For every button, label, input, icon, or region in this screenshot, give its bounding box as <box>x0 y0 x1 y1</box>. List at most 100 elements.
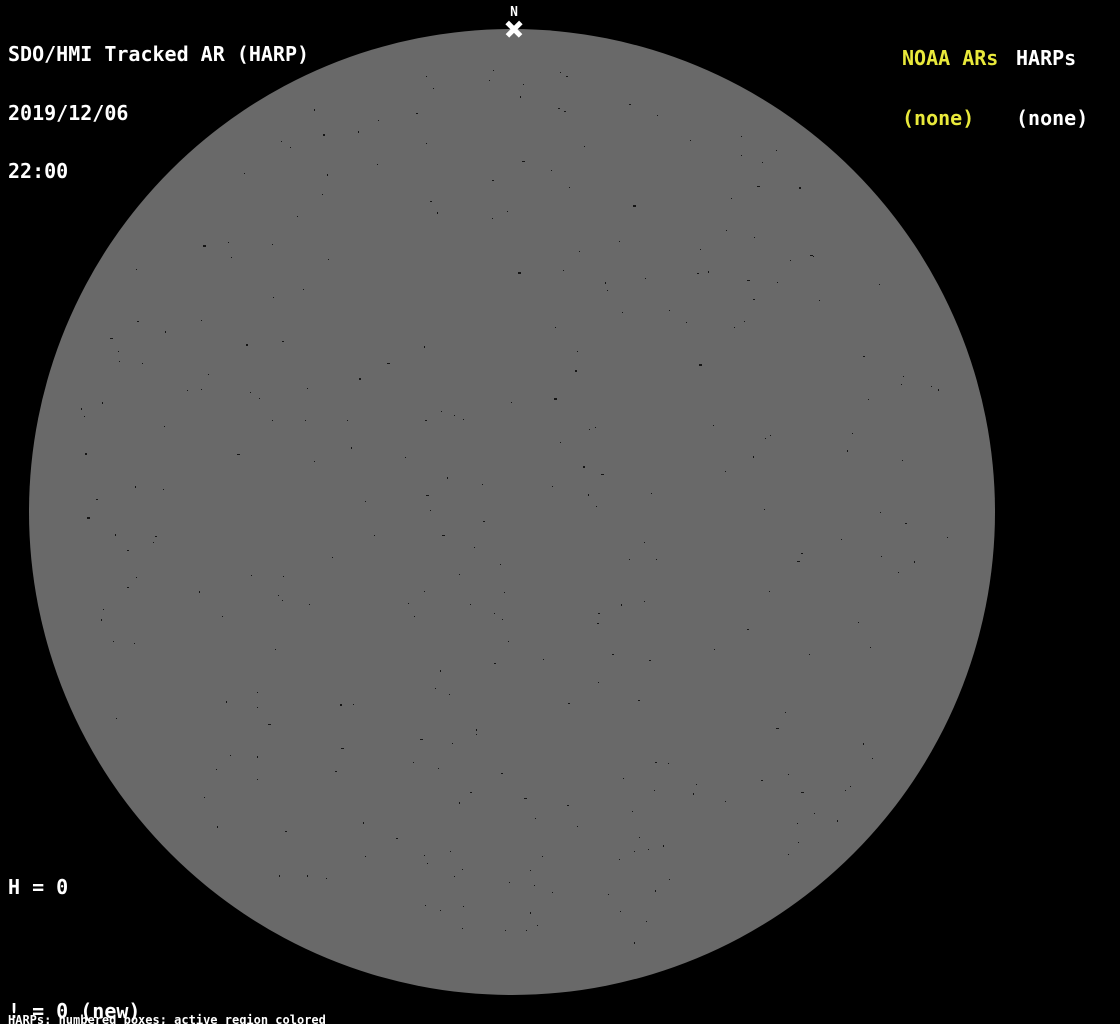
speckle-dot <box>769 591 770 592</box>
speckle-dot <box>440 670 441 672</box>
speckle-dot <box>127 550 129 551</box>
speckle-dot <box>629 104 631 105</box>
speckle-dot <box>579 251 580 252</box>
speckle-dot <box>524 798 527 799</box>
speckle-dot <box>257 692 258 693</box>
speckle-dot <box>847 450 848 452</box>
speckle-dot <box>657 115 658 116</box>
speckle-dot <box>813 256 814 257</box>
speckle-dot <box>272 244 273 245</box>
speckle-dot <box>257 756 258 758</box>
legend-harp-count: H = 0 <box>8 875 69 899</box>
speckle-dot <box>438 768 439 769</box>
speckle-dot <box>476 729 477 731</box>
speckle-dot <box>405 457 406 458</box>
speckle-dot <box>845 790 846 791</box>
speckle-dot <box>208 374 209 375</box>
speckle-dot <box>693 793 694 795</box>
speckle-dot <box>530 870 531 871</box>
speckle-dot <box>127 587 129 588</box>
speckle-dot <box>435 688 436 689</box>
speckle-dot <box>396 838 398 839</box>
speckle-dot <box>744 321 745 322</box>
speckle-dot <box>700 249 701 250</box>
speckle-dot <box>492 180 494 181</box>
speckle-dot <box>463 419 464 420</box>
speckle-dot <box>938 389 939 391</box>
speckle-dot <box>272 420 273 421</box>
speckle-dot <box>757 186 760 187</box>
speckle-dot <box>555 327 556 328</box>
speckle-dot <box>459 802 460 804</box>
caption-harps: HARPs: numbered boxes; active region col… <box>8 1012 326 1024</box>
speckle-dot <box>747 280 750 281</box>
speckle-dot <box>537 925 538 926</box>
speckle-dot <box>283 576 284 577</box>
speckle-dot <box>135 486 136 488</box>
speckle-dot <box>607 290 608 291</box>
speckle-dot <box>714 649 715 650</box>
north-cross-icon <box>505 20 523 38</box>
speckle-dot <box>353 704 354 705</box>
speckle-dot <box>507 211 508 212</box>
speckle-dot <box>852 433 853 434</box>
speckle-dot <box>257 707 258 708</box>
speckle-dot <box>501 773 503 774</box>
speckle-dot <box>226 701 227 703</box>
speckle-dot <box>420 739 423 740</box>
speckle-dot <box>648 849 649 850</box>
speckle-dot <box>230 755 231 756</box>
speckle-dot <box>542 856 543 857</box>
speckle-dot <box>433 88 434 89</box>
speckle-dot <box>734 327 735 328</box>
speckle-dot <box>452 743 453 744</box>
speckle-dot <box>639 837 640 838</box>
speckle-dot <box>520 96 521 98</box>
speckle-dot <box>645 278 646 279</box>
speckle-dot <box>654 790 655 791</box>
speckle-dot <box>583 466 585 468</box>
speckle-dot <box>605 282 606 284</box>
speckle-dot <box>633 205 636 207</box>
speckle-dot <box>726 230 727 231</box>
speckle-dot <box>634 942 635 944</box>
speckle-dot <box>863 743 864 745</box>
speckle-dot <box>134 643 135 644</box>
speckle-dot <box>785 712 786 713</box>
harps-counter: HARPs (none) <box>1016 8 1088 168</box>
speckle-dot <box>902 460 903 461</box>
speckle-dot <box>713 425 714 426</box>
speckle-dot <box>725 471 726 472</box>
speckle-dot <box>363 822 364 824</box>
speckle-dot <box>164 426 165 427</box>
speckle-dot <box>282 341 284 342</box>
speckle-dot <box>620 911 621 912</box>
speckle-dot <box>649 660 651 661</box>
speckle-dot <box>761 780 763 781</box>
speckle-dot <box>246 344 248 346</box>
speckle-dot <box>85 453 87 455</box>
speckle-dot <box>655 762 657 763</box>
speckle-dot <box>474 547 475 548</box>
speckle-dot <box>858 622 859 623</box>
speckle-dot <box>217 826 218 828</box>
speckle-dot <box>101 619 102 621</box>
speckle-dot <box>552 486 553 487</box>
speckle-dot <box>725 801 726 802</box>
speckle-dot <box>564 111 566 112</box>
speckle-dot <box>568 703 570 704</box>
speckle-dot <box>563 270 564 271</box>
speckle-dot <box>494 663 496 664</box>
speckle-dot <box>776 728 779 729</box>
speckle-dot <box>426 495 429 496</box>
speckle-dot <box>450 851 451 852</box>
caption: HARPs: numbered boxes; active region col… <box>8 989 427 1024</box>
speckle-dot <box>588 494 589 496</box>
speckle-dot <box>335 771 337 772</box>
speckle-dot <box>502 619 503 620</box>
speckle-dot <box>408 603 409 604</box>
speckle-dot <box>619 859 620 860</box>
speckle-dot <box>314 461 315 462</box>
speckle-dot <box>424 855 425 856</box>
speckle-dot <box>494 613 495 614</box>
